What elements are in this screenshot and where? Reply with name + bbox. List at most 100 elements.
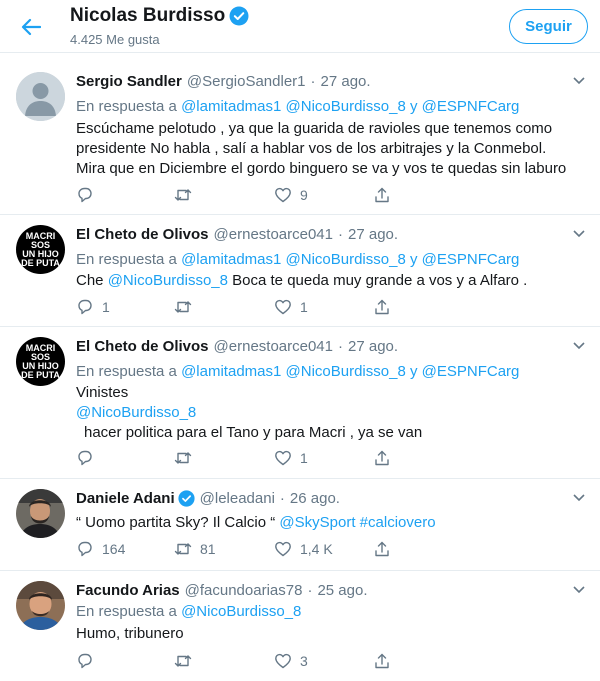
tweet-text-line: Vinistes: [76, 384, 129, 401]
chevron-down-icon[interactable]: [572, 76, 586, 86]
like-button[interactable]: 9: [274, 186, 308, 204]
tweet-text-prefix: Che: [76, 272, 104, 289]
tweet[interactable]: Daniele Adani @leleadani · 26 ago. “ Uom…: [0, 479, 600, 571]
tweet-header: Sergio Sandler @SergioSandler1 · 27 ago.: [76, 73, 371, 90]
share-button[interactable]: [373, 449, 391, 467]
tweet-date[interactable]: 27 ago.: [348, 338, 398, 355]
like-count: 3: [300, 653, 308, 669]
author-name[interactable]: Daniele Adani: [76, 490, 175, 507]
mention-link[interactable]: @NicoBurdisso_8: [76, 403, 422, 423]
tweet-text-line: Mira que en Diciembre el gordo binguero …: [76, 160, 567, 177]
retweet-icon: [174, 301, 192, 313]
tweet-date[interactable]: 25 ago.: [317, 582, 367, 599]
like-button[interactable]: 1: [274, 449, 308, 467]
profile-photo-icon: [16, 489, 65, 538]
retweet-button[interactable]: 81: [174, 540, 216, 558]
reply-mentions[interactable]: @lamitadmas1 @NicoBurdisso_8 y @ESPNFCar…: [181, 98, 519, 115]
tweet[interactable]: MACRI SOS UN HIJO DE PUTA El Cheto de Ol…: [0, 327, 600, 479]
tweet-actions: 3: [76, 652, 396, 672]
tweet-text-line: Humo, tribunero: [76, 625, 184, 642]
reply-icon: [78, 450, 92, 466]
author-handle[interactable]: @ernestoarce041: [214, 338, 333, 355]
author-name[interactable]: El Cheto de Olivos: [76, 338, 209, 355]
share-icon: [375, 299, 389, 315]
like-count: 1: [300, 299, 308, 315]
avatar-text: DE PUTA: [21, 369, 60, 380]
chevron-down-icon[interactable]: [572, 229, 586, 239]
tweet[interactable]: MACRI SOS UN HIJO DE PUTA El Cheto de Ol…: [0, 215, 600, 327]
like-button[interactable]: 1,4 K: [274, 540, 333, 558]
author-name[interactable]: El Cheto de Olivos: [76, 226, 209, 243]
heart-icon: [275, 450, 291, 466]
reply-button[interactable]: [76, 449, 102, 467]
tweet[interactable]: Sergio Sandler @SergioSandler1 · 27 ago.…: [0, 62, 600, 215]
tweet-text: Humo, tribunero: [76, 624, 184, 644]
reply-button[interactable]: [76, 652, 102, 670]
like-button[interactable]: 3: [274, 652, 308, 670]
author-handle[interactable]: @SergioSandler1: [187, 73, 306, 90]
reply-button[interactable]: 1: [76, 298, 110, 316]
tweet-text: Che @NicoBurdisso_8 Boca te queda muy gr…: [76, 271, 527, 291]
avatar[interactable]: MACRI SOS UN HIJO DE PUTA: [16, 337, 65, 386]
author-handle[interactable]: @leleadani: [200, 490, 275, 507]
tweet-actions: 164 81 1,4 K: [76, 540, 396, 560]
share-button[interactable]: [373, 540, 391, 558]
author-handle[interactable]: @facundoarias78: [185, 582, 303, 599]
chevron-down-icon[interactable]: [572, 341, 586, 351]
share-icon: [375, 653, 389, 669]
tweet-text-line: presidente No habla , salí a hablar vos …: [76, 140, 547, 157]
tweet-actions: 1: [76, 449, 396, 469]
mention-link[interactable]: @SkySport: [279, 514, 355, 531]
default-avatar-icon: [16, 72, 65, 121]
retweet-button[interactable]: [174, 449, 200, 467]
tweet[interactable]: Facundo Arias @facundoarias78 · 25 ago. …: [0, 571, 600, 681]
profile-header: Nicolas Burdisso 4.425 Me gusta Seguir: [0, 0, 600, 53]
reply-mentions[interactable]: @lamitadmas1 @NicoBurdisso_8 y @ESPNFCar…: [181, 251, 519, 268]
chevron-down-icon[interactable]: [572, 585, 586, 595]
tweet-header: El Cheto de Olivos @ernestoarce041 · 27 …: [76, 338, 398, 355]
avatar[interactable]: MACRI SOS UN HIJO DE PUTA: [16, 225, 65, 274]
author-name[interactable]: Facundo Arias: [76, 582, 180, 599]
author-handle[interactable]: @ernestoarce041: [214, 226, 333, 243]
retweet-button[interactable]: [174, 298, 200, 316]
like-count: 9: [300, 187, 308, 203]
avatar[interactable]: [16, 72, 65, 121]
reply-mentions[interactable]: @NicoBurdisso_8: [181, 603, 301, 620]
like-count: 1: [300, 450, 308, 466]
follow-button[interactable]: Seguir: [509, 9, 588, 44]
mention-link[interactable]: @NicoBurdisso_8: [108, 272, 228, 289]
hashtag-link[interactable]: #calciovero: [360, 514, 436, 531]
separator-dot: ·: [279, 490, 285, 507]
reply-prefix: En respuesta a: [76, 603, 177, 620]
retweet-count: 81: [200, 541, 216, 557]
chevron-down-icon[interactable]: [572, 493, 586, 503]
tweet-date[interactable]: 26 ago.: [290, 490, 340, 507]
reply-button[interactable]: [76, 186, 102, 204]
reply-button[interactable]: 164: [76, 540, 125, 558]
share-icon: [375, 541, 389, 557]
reply-mentions[interactable]: @lamitadmas1 @NicoBurdisso_8 y @ESPNFCar…: [181, 363, 519, 380]
share-button[interactable]: [373, 298, 391, 316]
separator-dot: ·: [307, 582, 313, 599]
heart-icon: [275, 653, 291, 669]
avatar[interactable]: [16, 489, 65, 538]
back-button[interactable]: [14, 12, 48, 42]
tweet-text: Escúchame pelotudo , ya que la guarida d…: [76, 119, 566, 179]
profile-title: Nicolas Burdisso: [70, 5, 249, 27]
reply-icon: [78, 299, 92, 315]
reply-icon: [78, 653, 92, 669]
share-button[interactable]: [373, 186, 391, 204]
tweet-date[interactable]: 27 ago.: [348, 226, 398, 243]
avatar[interactable]: [16, 581, 65, 630]
share-button[interactable]: [373, 652, 391, 670]
reply-prefix: En respuesta a: [76, 98, 177, 115]
like-count: 1,4 K: [300, 541, 333, 557]
retweet-button[interactable]: [174, 652, 200, 670]
retweet-icon: [174, 189, 192, 201]
tweet-date[interactable]: 27 ago.: [321, 73, 371, 90]
like-button[interactable]: 1: [274, 298, 308, 316]
author-name[interactable]: Sergio Sandler: [76, 73, 182, 90]
likes-count: 4.425 Me gusta: [70, 32, 160, 47]
retweet-button[interactable]: [174, 186, 200, 204]
retweet-icon: [174, 655, 192, 667]
